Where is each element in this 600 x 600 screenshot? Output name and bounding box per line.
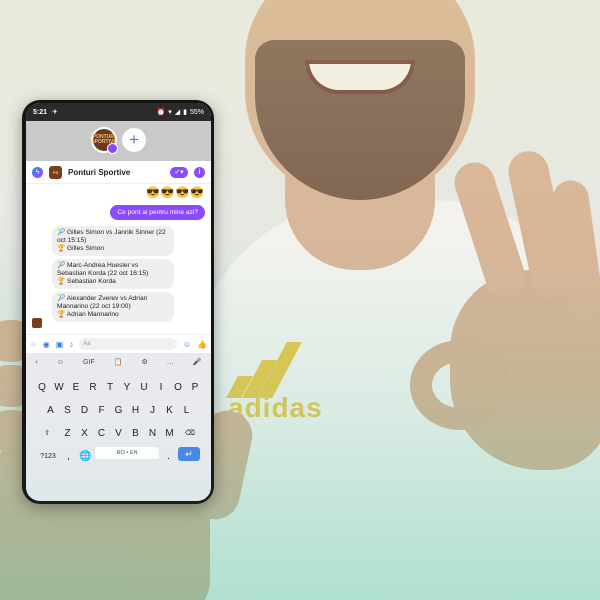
comma-key[interactable]: ,: [61, 447, 76, 465]
key[interactable]: W: [52, 378, 67, 396]
mic-icon[interactable]: ♪: [69, 340, 73, 349]
key-row-2: A S D F G H J K L: [28, 401, 209, 419]
alarm-icon: ⏰: [156, 109, 166, 116]
gallery-icon[interactable]: ▣: [56, 340, 64, 349]
add-chat-head-button[interactable]: +: [122, 128, 146, 152]
key[interactable]: Q: [35, 378, 50, 396]
symbols-key[interactable]: ?123: [37, 447, 59, 465]
key[interactable]: U: [137, 378, 152, 396]
page-avatar: PS: [49, 165, 62, 179]
key[interactable]: F: [94, 401, 109, 419]
globe-key-icon[interactable]: 🌐: [78, 447, 93, 465]
enter-key-icon[interactable]: ↵: [178, 447, 200, 461]
battery-level: 55%: [189, 108, 204, 116]
key[interactable]: S: [60, 401, 75, 419]
key[interactable]: C: [94, 424, 109, 442]
key[interactable]: D: [77, 401, 92, 419]
tip-pick: 🏆 Sebastian Korda: [57, 278, 116, 285]
period-key[interactable]: .: [161, 447, 176, 465]
key[interactable]: P: [188, 378, 203, 396]
backspace-key-icon[interactable]: ⌫: [179, 424, 201, 442]
key-row-4: ?123 , 🌐 RO • EN . ↵: [28, 447, 209, 465]
keyboard-toolbar: ‹ ☺ GIF 📋 ⚙ … 🎤: [26, 353, 211, 371]
key[interactable]: G: [111, 401, 126, 419]
key[interactable]: K: [162, 401, 177, 419]
kb-sticker-icon[interactable]: ☺: [57, 359, 64, 366]
chat-header: ϟ PS Ponturi Sportive ✓▾ i: [26, 161, 211, 184]
incoming-message[interactable]: 🎾 Gilles Simon vs Jannik Sinner (22 oct …: [52, 226, 174, 256]
message-composer: ⁘ ◉ ▣ ♪ Aa ☺ 👍: [26, 334, 211, 353]
emoji-reactions: 😎😎😎😎: [146, 187, 205, 199]
space-key[interactable]: RO • EN: [95, 447, 159, 459]
key[interactable]: Z: [60, 424, 75, 442]
kb-settings-icon[interactable]: ⚙: [141, 358, 147, 366]
battery-icon: ▮: [183, 109, 187, 116]
message-input[interactable]: Aa: [79, 338, 177, 350]
kb-clipboard-icon[interactable]: 📋: [114, 358, 123, 366]
chat-head-avatar[interactable]: PONTURI SPORTIVE: [91, 127, 118, 154]
bot-avatar: [32, 318, 42, 328]
notification-icon: ✈: [52, 109, 58, 116]
shift-key-icon[interactable]: ⇧: [36, 424, 58, 442]
signal-icon: ◢: [174, 109, 181, 116]
tip-match: 🎾 Gilles Simon vs Jannik Sinner (22 oct …: [57, 229, 166, 244]
key[interactable]: N: [145, 424, 160, 442]
incoming-message[interactable]: 🎾 Alexander Zverev vs Adrian Mannarino (…: [52, 292, 174, 322]
wifi-icon: ▾: [168, 109, 172, 116]
key[interactable]: T: [103, 378, 118, 396]
phone-screen: 5:21 ✈ ⏰ ▾ ◢ ▮ 55% PONTURI SPORTIVE + ϟ …: [26, 103, 211, 501]
status-time: 5:21: [33, 108, 48, 116]
status-bar: 5:21 ✈ ⏰ ▾ ◢ ▮ 55%: [26, 103, 211, 121]
kb-back-icon[interactable]: ‹: [36, 359, 38, 366]
key-row-1: Q W E R T Y U I O P: [28, 378, 209, 396]
camera-icon[interactable]: ◉: [43, 340, 50, 349]
messenger-badge-icon: [107, 143, 118, 154]
thumbs-up-icon[interactable]: 👍: [197, 340, 207, 349]
key[interactable]: V: [111, 424, 126, 442]
key[interactable]: Y: [120, 378, 135, 396]
apps-icon[interactable]: ⁘: [30, 340, 37, 349]
key[interactable]: O: [171, 378, 186, 396]
key[interactable]: J: [145, 401, 160, 419]
messenger-icon[interactable]: ϟ: [32, 166, 43, 178]
conversation[interactable]: 😎😎😎😎 Ce pont ai pentru mine azi? 🎾 Gille…: [26, 184, 211, 334]
key[interactable]: L: [179, 401, 194, 419]
tip-match: 🎾 Marc-Andrea Huesler vs Sebastian Korda…: [57, 262, 149, 277]
emoji-icon[interactable]: ☺: [183, 340, 191, 349]
tip-pick: 🏆 Adrian Mannarino: [57, 311, 119, 318]
key[interactable]: I: [154, 378, 169, 396]
info-icon[interactable]: i: [194, 166, 205, 178]
kb-voice-icon[interactable]: 🎤: [193, 358, 202, 366]
tip-pick: 🏆 Gilles Simon: [57, 245, 105, 252]
key[interactable]: A: [43, 401, 58, 419]
key[interactable]: R: [86, 378, 101, 396]
kb-gif-button[interactable]: GIF: [83, 359, 95, 366]
keyboard: Q W E R T Y U I O P A S D F G H J K L ⇧ …: [26, 371, 211, 501]
kb-more-icon[interactable]: …: [167, 359, 174, 366]
key-row-3: ⇧ Z X C V B N M ⌫: [28, 424, 209, 442]
key[interactable]: X: [77, 424, 92, 442]
tip-match: 🎾 Alexander Zverev vs Adrian Mannarino (…: [57, 295, 148, 310]
chat-heads-row: PONTURI SPORTIVE +: [26, 121, 211, 161]
chat-title[interactable]: Ponturi Sportive: [68, 168, 130, 177]
key[interactable]: M: [162, 424, 177, 442]
checkmark-icon[interactable]: ✓▾: [170, 166, 188, 178]
key[interactable]: H: [128, 401, 143, 419]
outgoing-message[interactable]: Ce pont ai pentru mine azi?: [110, 205, 205, 220]
key[interactable]: B: [128, 424, 143, 442]
key[interactable]: E: [69, 378, 84, 396]
incoming-message[interactable]: 🎾 Marc-Andrea Huesler vs Sebastian Korda…: [52, 259, 174, 289]
